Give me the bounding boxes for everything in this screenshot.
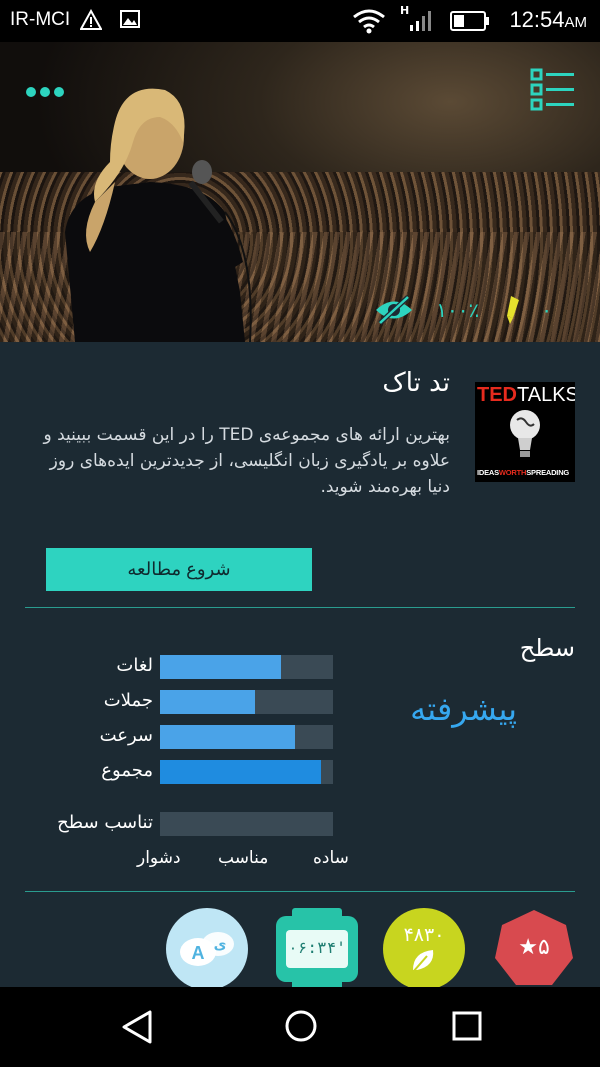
level-bar — [160, 690, 333, 714]
points-value: ۴۸۳۰ — [403, 924, 445, 946]
signal-icon — [410, 11, 431, 31]
logo-brand: TEDTALKS — [477, 384, 575, 406]
level-bar-fill — [160, 760, 321, 784]
battery-icon — [450, 11, 489, 31]
divider-top — [25, 607, 575, 608]
image-icon — [120, 10, 140, 28]
level-bar — [160, 812, 333, 836]
home-icon[interactable] — [284, 1009, 318, 1043]
level-bar-fill — [160, 655, 282, 679]
stars-badge[interactable]: ★۵ — [493, 908, 575, 990]
highlight-count: ۰ — [541, 298, 552, 322]
more-dots-icon[interactable] — [26, 82, 68, 101]
star-icon: ★ — [518, 935, 538, 960]
recents-icon[interactable] — [452, 1011, 482, 1041]
level-bar-fill — [160, 690, 256, 714]
svg-text:A: A — [192, 943, 205, 963]
timer-badge[interactable]: ۰۶:۳۴' — [276, 908, 358, 990]
bar-label: تناسب سطح — [57, 812, 153, 833]
warning-icon — [80, 9, 102, 30]
scale-easy: ساده — [313, 848, 349, 868]
start-study-button[interactable]: شروع مطالعه — [46, 548, 312, 591]
wifi-icon — [353, 9, 385, 34]
points-badge[interactable]: ۴۸۳۰ — [383, 908, 465, 990]
back-icon[interactable] — [120, 1009, 154, 1045]
hero-image: ۱۰۰٪ ۰ — [0, 42, 600, 342]
level-bar — [160, 725, 333, 749]
bar-label: مجموع — [101, 760, 153, 781]
highlighter-icon[interactable] — [501, 294, 527, 326]
divider-bottom — [25, 891, 575, 892]
level-value: پیشرفته — [410, 690, 517, 728]
bar-label: سرعت — [99, 725, 153, 746]
course-description: بهترین ارائه های مجموعه‌ی TED را در این … — [43, 425, 450, 497]
scale-suitable: مناسب — [218, 848, 269, 868]
eye-off-icon[interactable] — [374, 295, 414, 325]
leaf-icon — [383, 908, 465, 990]
timer-value: ۰۶:۳۴' — [288, 938, 346, 957]
clock-ampm: AM — [564, 14, 588, 31]
list-menu-icon[interactable] — [530, 68, 576, 112]
speaker-illustration — [65, 88, 252, 342]
course-title: تد تاک — [382, 368, 450, 398]
level-bar — [160, 760, 333, 784]
svg-text:ی: ی — [214, 937, 227, 953]
level-bar — [160, 655, 333, 679]
status-bar: IR-MCI H 12:54AM — [0, 0, 600, 42]
carrier-name: IR-MCI — [10, 9, 71, 30]
ted-talks-logo: TEDTALKS IDEASWORTHSPREADING — [475, 382, 575, 482]
navigation-bar — [0, 987, 600, 1067]
completion-percent: ۱۰۰٪ — [436, 298, 480, 322]
bar-label: لغات — [116, 655, 153, 676]
level-heading: سطح — [519, 634, 575, 662]
clock-time: 12:54 — [509, 7, 565, 32]
star-count: ۵ — [537, 935, 550, 960]
clock: 12:54AM — [509, 7, 587, 33]
level-bar-fill — [160, 725, 295, 749]
language-badge[interactable]: A ی — [166, 908, 248, 990]
lightbulb-icon — [510, 410, 540, 457]
scale-hard: دشوار — [137, 848, 181, 868]
bar-label: جملات — [103, 690, 153, 711]
hero-stats: ۱۰۰٪ ۰ — [374, 294, 552, 326]
logo-tagline: IDEASWORTHSPREADING — [477, 468, 570, 477]
star-rating: ★۵ — [493, 935, 575, 960]
